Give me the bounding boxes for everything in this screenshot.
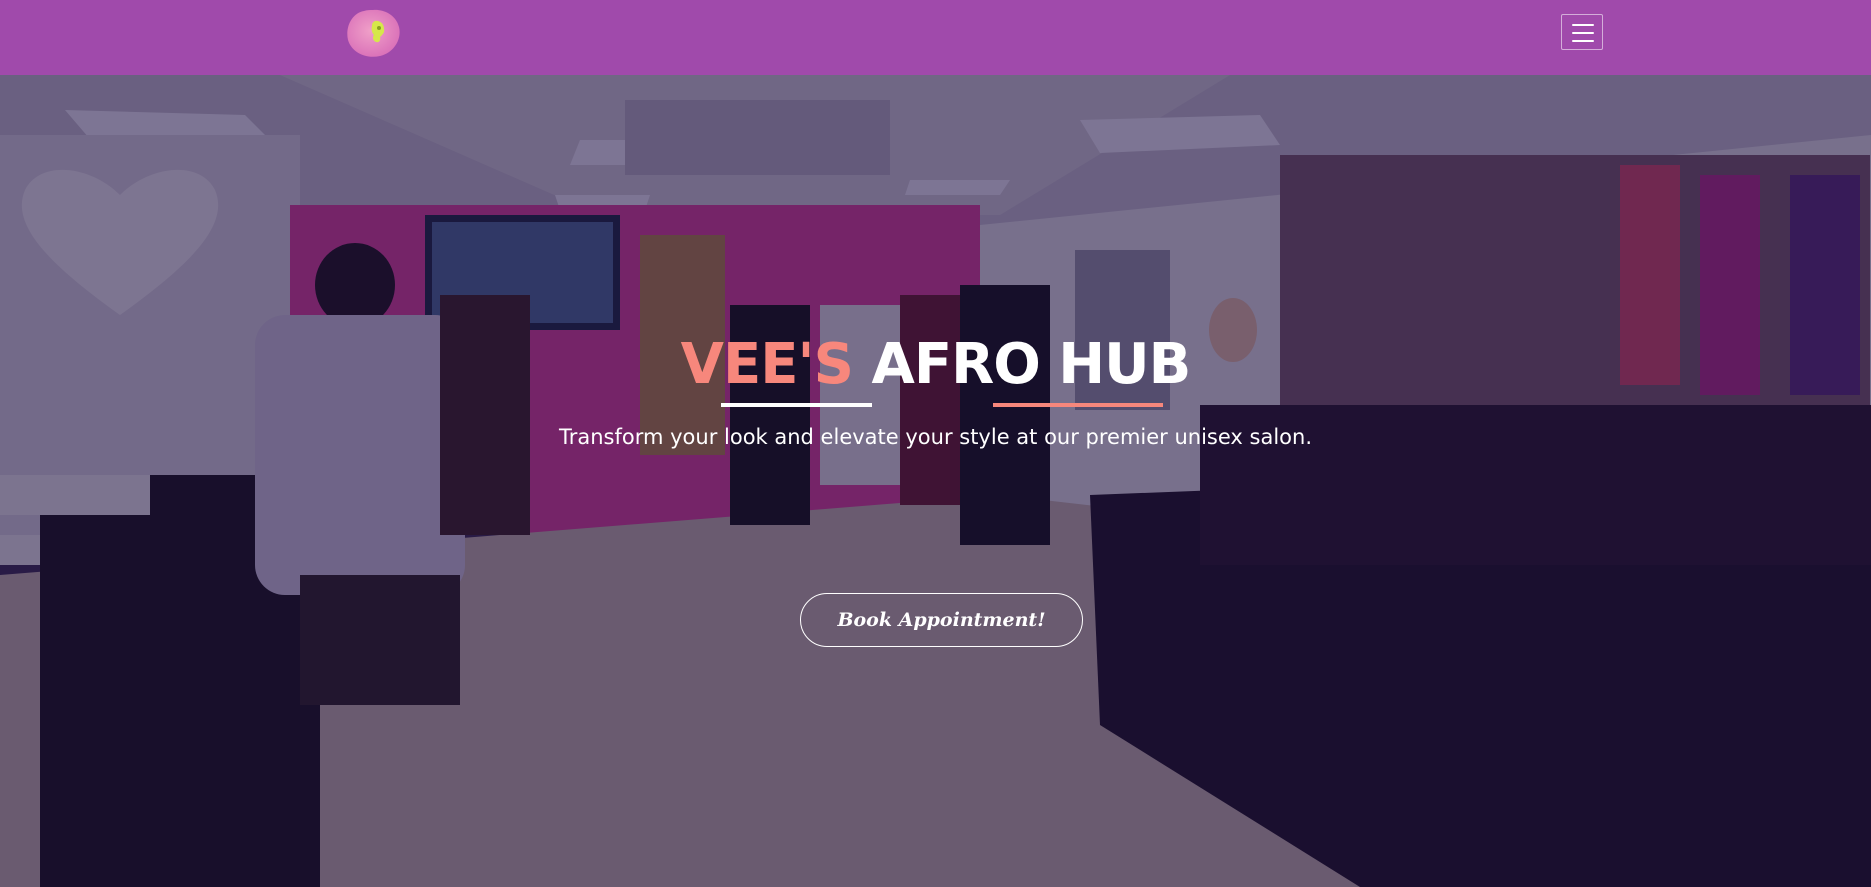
hero-dark-overlay [0,75,1871,887]
hero-section [0,75,1871,887]
hamburger-line [1572,40,1594,42]
book-appointment-button[interactable]: Book Appointment! [800,593,1083,647]
hero-title-wrapper: VEE'S AFRO HUB [0,330,1871,400]
hero-title-main: AFRO HUB [871,332,1191,397]
afro-silhouette-logo-icon [347,9,400,57]
site-logo[interactable] [344,7,402,59]
hero-title-accent: VEE'S [680,332,854,397]
hamburger-line [1572,24,1594,26]
hero-subtitle: Transform your look and elevate your sty… [558,425,1313,449]
hero-title: VEE'S AFRO HUB [680,330,1192,400]
hamburger-line [1572,32,1594,34]
title-underline-accent [993,403,1163,407]
menu-toggle-button[interactable] [1561,14,1603,50]
top-navbar [0,0,1871,75]
title-underline-white [721,403,872,407]
